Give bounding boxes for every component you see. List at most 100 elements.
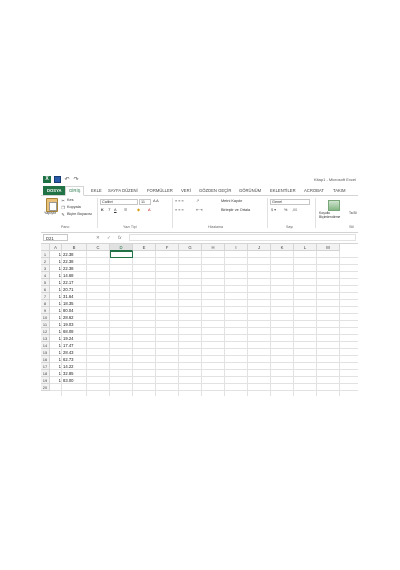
cell-a4[interactable]: 1 xyxy=(50,272,62,279)
underline-button[interactable]: A xyxy=(114,208,117,213)
column-header-f[interactable]: F xyxy=(156,244,179,251)
select-all-corner[interactable] xyxy=(41,244,50,251)
paste-icon[interactable] xyxy=(46,198,58,212)
cell-a5[interactable]: 1 xyxy=(50,279,62,286)
tab-review[interactable]: GÖZDEN GEÇİR xyxy=(199,187,231,194)
spreadsheet-grid[interactable]: A B C D E F G H I J K L M 1 2 3 4 5 6 7 8 9 10 11 12 13 14 15 16 17 18… xyxy=(41,244,358,396)
tab-home[interactable]: GİRİŞ xyxy=(65,186,85,196)
cell-b19[interactable]: 83.00 xyxy=(62,377,87,384)
percent-button[interactable]: % xyxy=(284,208,287,213)
tab-team[interactable]: TAKIM xyxy=(333,187,346,194)
column-header-k[interactable]: K xyxy=(271,244,294,251)
merge-center-button[interactable]: Birleştir ve Ortala xyxy=(221,208,250,213)
row-header-11[interactable]: 11 xyxy=(41,321,50,328)
row-header-14[interactable]: 14 xyxy=(41,342,50,349)
column-header-c[interactable]: C xyxy=(87,244,110,251)
cell-a13[interactable]: 1 xyxy=(50,335,62,342)
row-header-12[interactable]: 12 xyxy=(41,328,50,335)
cell-a8[interactable]: 1 xyxy=(50,300,62,307)
redo-icon[interactable]: ↷ xyxy=(73,177,79,183)
align-left-icon[interactable]: ≡ ≡ ≡ xyxy=(175,208,184,213)
tab-add-ins[interactable]: EKLENTİLER xyxy=(270,187,296,194)
tab-view[interactable]: GÖRÜNÜM xyxy=(239,187,261,194)
cell-b1[interactable]: 22.38 xyxy=(62,251,87,258)
column-header-b[interactable]: B xyxy=(62,244,87,251)
tab-data[interactable]: VERİ xyxy=(181,187,191,194)
fill-color-icon[interactable]: ◆ xyxy=(137,208,140,213)
currency-icon[interactable]: $ ▾ xyxy=(271,208,276,213)
cell-b13[interactable]: 19.24 xyxy=(62,335,87,342)
conditional-formatting-button[interactable]: Koşullu Biçimlendirme xyxy=(319,211,349,219)
cell-b2[interactable]: 22.38 xyxy=(62,258,87,265)
cell-b6[interactable]: 20.71 xyxy=(62,286,87,293)
cell-a12[interactable]: 1 xyxy=(50,328,62,335)
align-top-icon[interactable]: ≡ ≡ ≡ xyxy=(175,199,184,204)
column-header-g[interactable]: G xyxy=(179,244,202,251)
cell-b12[interactable]: 68.08 xyxy=(62,328,87,335)
tab-page-layout[interactable]: SAYFA DÜZENİ xyxy=(108,187,138,194)
cell-a18[interactable]: 1 xyxy=(50,370,62,377)
row-header-5[interactable]: 5 xyxy=(41,279,50,286)
tab-acrobat[interactable]: ACROBAT xyxy=(304,187,324,194)
cell-b10[interactable]: 28.62 xyxy=(62,314,87,321)
formula-input[interactable] xyxy=(129,234,356,241)
cell-a1[interactable]: 1 xyxy=(50,251,62,258)
cell-area[interactable] xyxy=(50,251,358,396)
active-cell[interactable] xyxy=(110,251,133,258)
cell-b9[interactable]: 80.04 xyxy=(62,307,87,314)
cell-b15[interactable]: 28.43 xyxy=(62,349,87,356)
cell-b17[interactable]: 14.22 xyxy=(62,363,87,370)
italic-button[interactable]: T xyxy=(108,208,110,213)
format-as-table-button[interactable]: Ta Bi xyxy=(349,211,357,216)
cell-b4[interactable]: 14.68 xyxy=(62,272,87,279)
cell-a14[interactable]: 1 xyxy=(50,342,62,349)
decimal-icon[interactable]: ,00 xyxy=(292,208,297,213)
cut-button[interactable]: Kes xyxy=(67,198,74,203)
cell-b16[interactable]: 62.73 xyxy=(62,356,87,363)
font-color-icon[interactable]: A xyxy=(148,208,151,213)
copy-button[interactable]: Kopyala xyxy=(67,205,81,210)
name-box[interactable]: D21 xyxy=(43,234,68,241)
row-header-19[interactable]: 19 xyxy=(41,377,50,384)
row-header-8[interactable]: 8 xyxy=(41,300,50,307)
cell-a16[interactable]: 1 xyxy=(50,356,62,363)
font-size-select[interactable]: 11 xyxy=(139,199,151,205)
cell-b7[interactable]: 31.64 xyxy=(62,293,87,300)
column-header-i[interactable]: I xyxy=(225,244,248,251)
indent-icon[interactable]: ⇤⇥ xyxy=(196,208,202,213)
cell-a2[interactable]: 1 xyxy=(50,258,62,265)
insert-function-icon[interactable]: fx xyxy=(118,234,122,242)
column-header-l[interactable]: L xyxy=(294,244,317,251)
tab-file[interactable]: DOSYA xyxy=(43,186,66,195)
cell-a19[interactable]: 1 xyxy=(50,377,62,384)
row-header-13[interactable]: 13 xyxy=(41,335,50,342)
cell-a7[interactable]: 1 xyxy=(50,293,62,300)
row-header-20[interactable]: 20 xyxy=(41,384,50,391)
row-header-18[interactable]: 18 xyxy=(41,370,50,377)
tab-insert[interactable]: EKLE xyxy=(91,187,102,194)
row-header-4[interactable]: 4 xyxy=(41,272,50,279)
cancel-icon[interactable]: ✕ xyxy=(96,234,100,242)
row-header-16[interactable]: 16 xyxy=(41,356,50,363)
enter-icon[interactable]: ✓ xyxy=(107,234,111,242)
format-painter-button[interactable]: Biçim Boyacısı xyxy=(67,212,92,217)
cell-a6[interactable]: 1 xyxy=(50,286,62,293)
row-header-6[interactable]: 6 xyxy=(41,286,50,293)
cell-b14[interactable]: 17.47 xyxy=(62,342,87,349)
font-grow-icon[interactable]: A A xyxy=(153,199,159,204)
row-header-10[interactable]: 10 xyxy=(41,314,50,321)
column-header-e[interactable]: E xyxy=(133,244,156,251)
wrap-text-button[interactable]: Metni Kaydır xyxy=(221,199,242,204)
orientation-icon[interactable]: ↗ xyxy=(196,199,199,204)
row-header-3[interactable]: 3 xyxy=(41,265,50,272)
paste-button[interactable]: Yapıştır xyxy=(44,211,56,216)
cell-a9[interactable]: 1 xyxy=(50,307,62,314)
cell-a11[interactable]: 1 xyxy=(50,321,62,328)
column-header-j[interactable]: J xyxy=(248,244,271,251)
row-header-17[interactable]: 17 xyxy=(41,363,50,370)
bold-button[interactable]: K xyxy=(101,208,104,213)
row-header-1[interactable]: 1 xyxy=(41,251,50,258)
cell-a17[interactable]: 1 xyxy=(50,363,62,370)
cell-b3[interactable]: 22.38 xyxy=(62,265,87,272)
column-header-d[interactable]: D xyxy=(110,244,133,251)
